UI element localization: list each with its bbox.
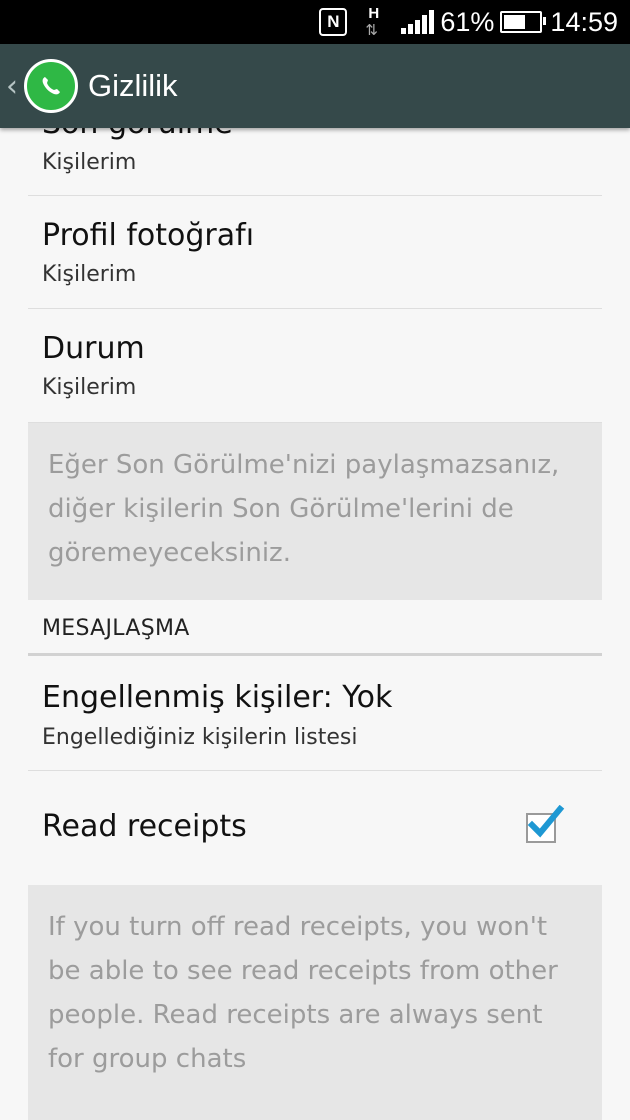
battery-fill [504,15,526,29]
status-bar: N H ⇅ 61% 14:59 [0,0,630,44]
signal-icon [401,10,436,34]
item-title: Son görülme [42,128,233,141]
whatsapp-logo-icon[interactable] [24,59,78,113]
section-header-messaging: MESAJLAŞMA [28,600,602,656]
battery-icon [500,11,547,33]
page-title: Gizlilik [88,68,178,103]
item-summary: Engellediğiniz kişilerin listesi [42,725,358,750]
last-seen-info: Eğer Son Görülme'nizi paylaşmazsanız, di… [28,423,602,600]
clock: 14:59 [550,6,618,37]
item-summary: Kişilerim [42,375,137,400]
network-h-icon: H ⇅ [365,5,380,39]
last-seen-item[interactable]: Son görülme Kişilerim [28,128,602,196]
profile-photo-item[interactable]: Profil fotoğrafı Kişilerim [28,196,602,309]
status-item[interactable]: Durum Kişilerim [28,309,602,423]
read-receipts-checkbox[interactable] [526,805,565,843]
battery-percent: 61% [440,6,495,37]
chevron-left-icon[interactable]: ‹ [6,69,20,104]
read-receipts-item[interactable]: Read receipts [28,771,602,885]
read-receipts-info: If you turn off read receipts, you won't… [28,885,602,1120]
settings-list: Son görülme Kişilerim Profil fotoğrafı K… [0,128,630,1120]
item-title: Engellenmiş kişiler: Yok [42,680,393,715]
item-title: Read receipts [42,809,247,844]
item-summary: Kişilerim [42,262,137,287]
blocked-contacts-item[interactable]: Engellenmiş kişiler: Yok Engellediğiniz … [28,656,602,771]
item-summary: Kişilerim [42,150,137,175]
item-title: Profil fotoğrafı [42,218,255,253]
nfc-icon: N [319,8,348,36]
checkmark-icon [527,805,565,838]
item-title: Durum [42,331,145,366]
section-header-label: MESAJLAŞMA [42,616,190,641]
phone-icon [42,77,60,95]
app-bar: ‹ Gizlilik [0,44,630,128]
